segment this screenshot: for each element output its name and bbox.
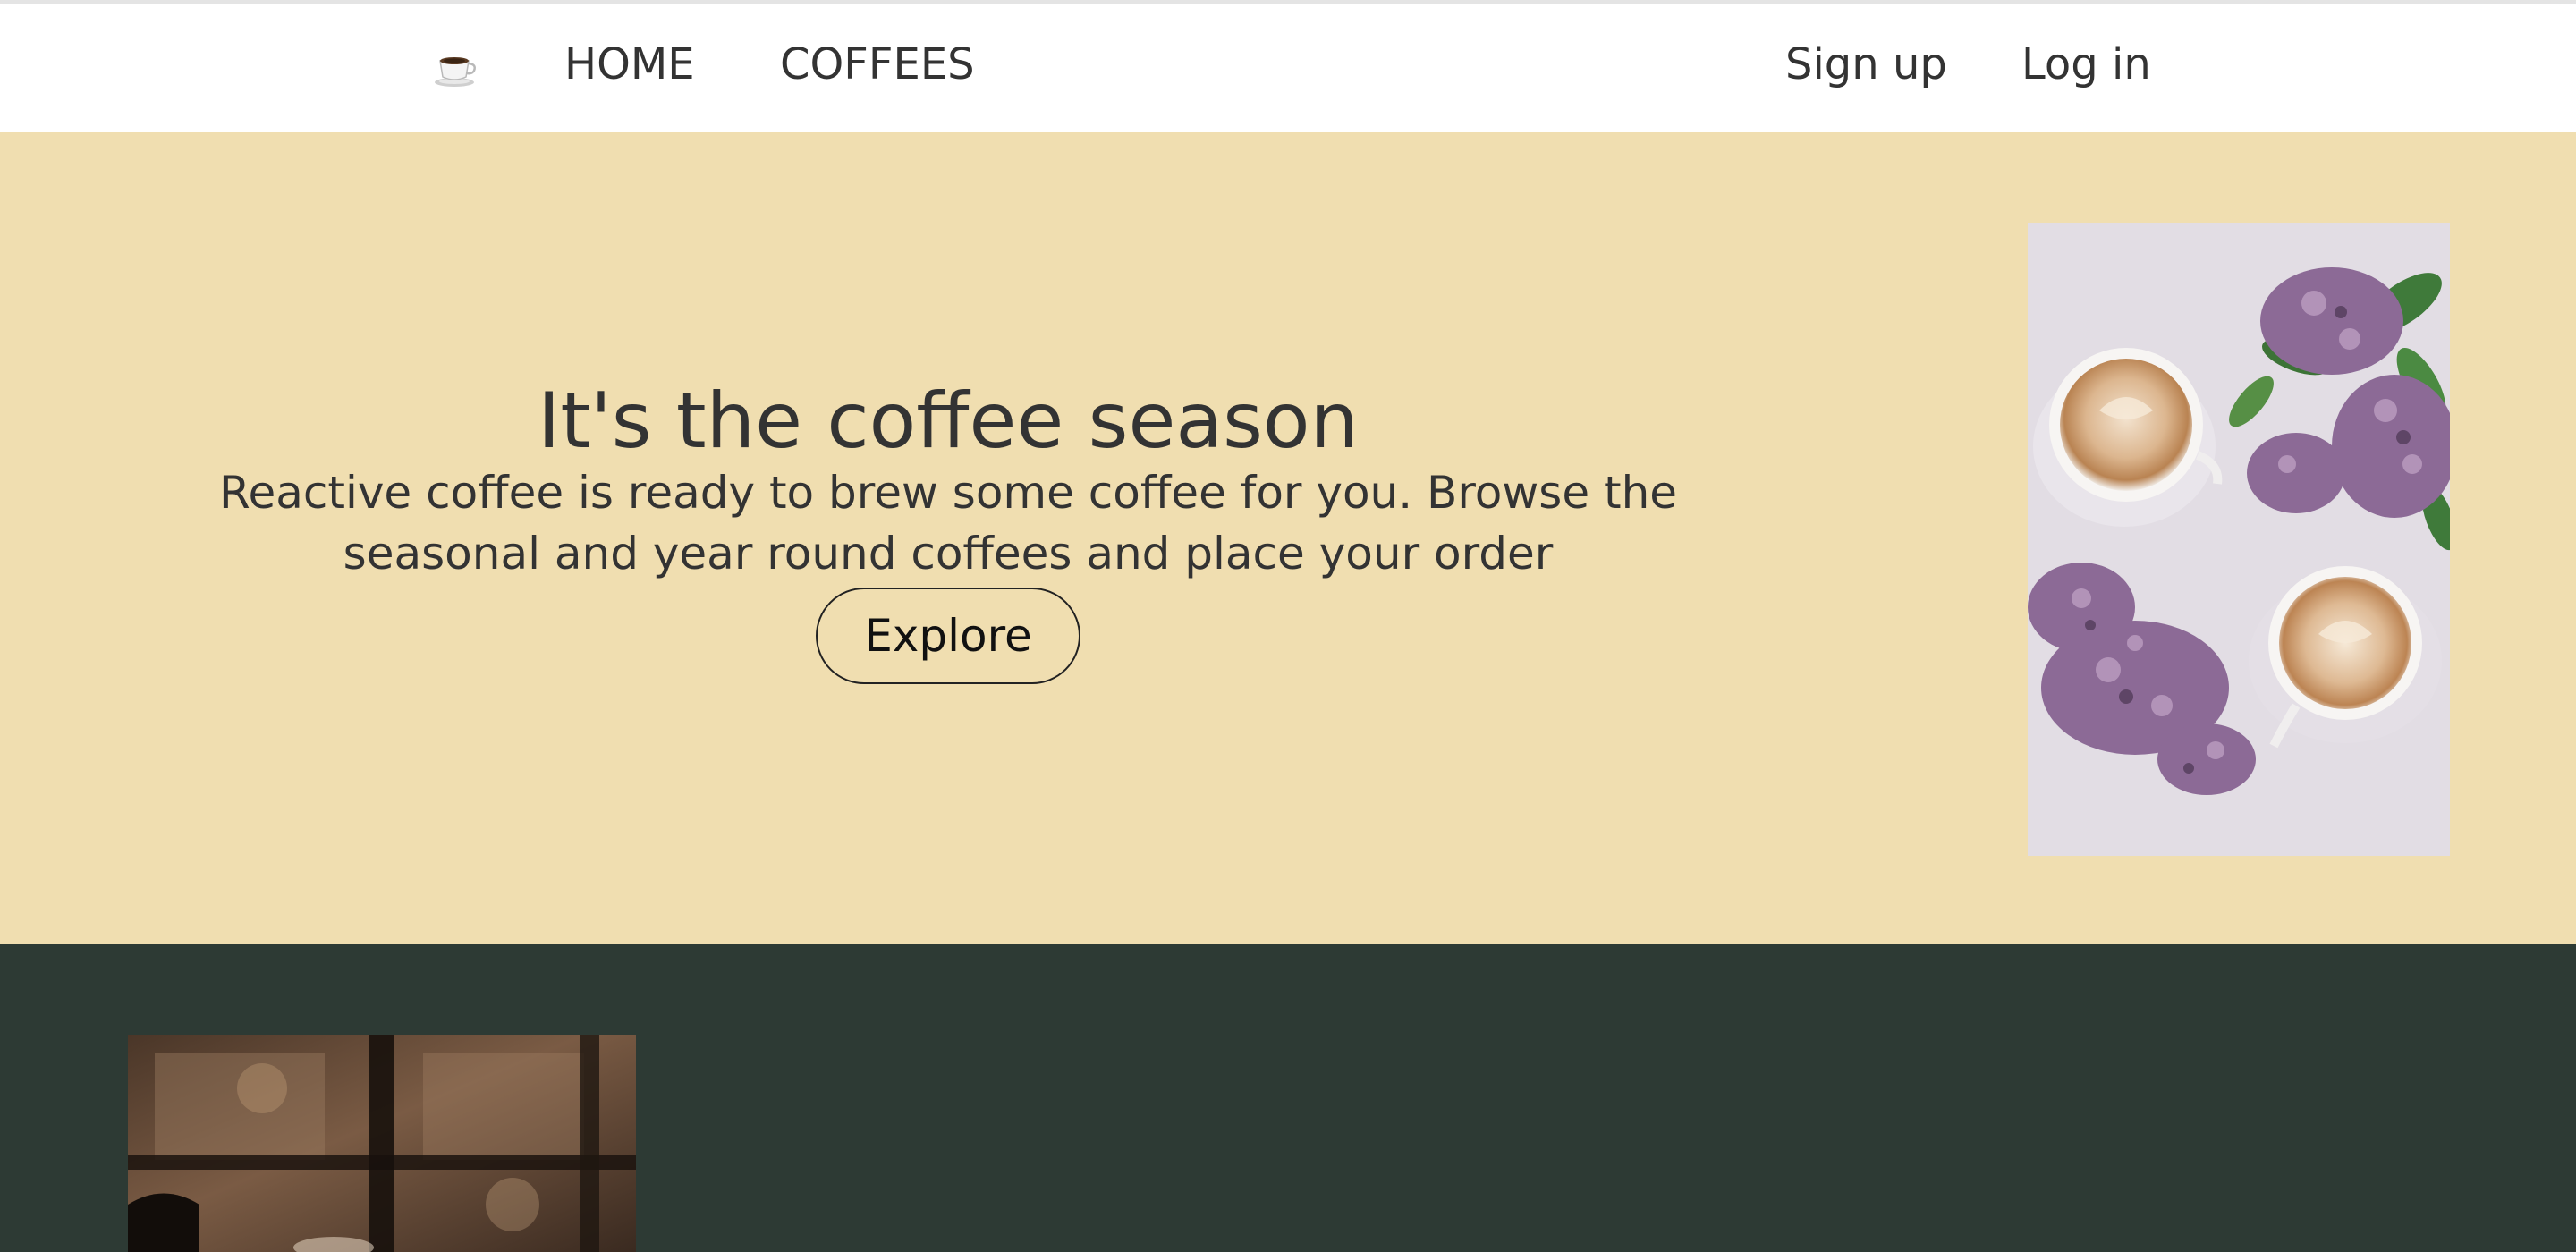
hero-text-block: It's the coffee season Reactive coffee i… (116, 379, 1780, 684)
explore-button[interactable]: Explore (816, 587, 1080, 684)
sign-up-link[interactable]: Sign up (1785, 39, 1947, 91)
nav-coffees-link[interactable]: COFFEES (780, 39, 975, 91)
dark-section (0, 944, 2576, 1252)
hero-coffee-lilac-image (2028, 223, 2457, 856)
hero-section: It's the coffee season Reactive coffee i… (0, 132, 2576, 944)
nav-home-link[interactable]: HOME (564, 39, 695, 91)
hero-description: Reactive coffee is ready to brew some co… (218, 466, 1678, 579)
top-navbar: HOME COFFEES Sign up Log in (0, 0, 2576, 132)
page: HOME COFFEES Sign up Log in It's the cof… (0, 0, 2576, 1252)
hero-title: It's the coffee season (538, 376, 1359, 466)
log-in-link[interactable]: Log in (2021, 39, 2151, 91)
cafe-window-image (128, 1035, 636, 1252)
coffee-cup-icon[interactable] (433, 48, 479, 88)
